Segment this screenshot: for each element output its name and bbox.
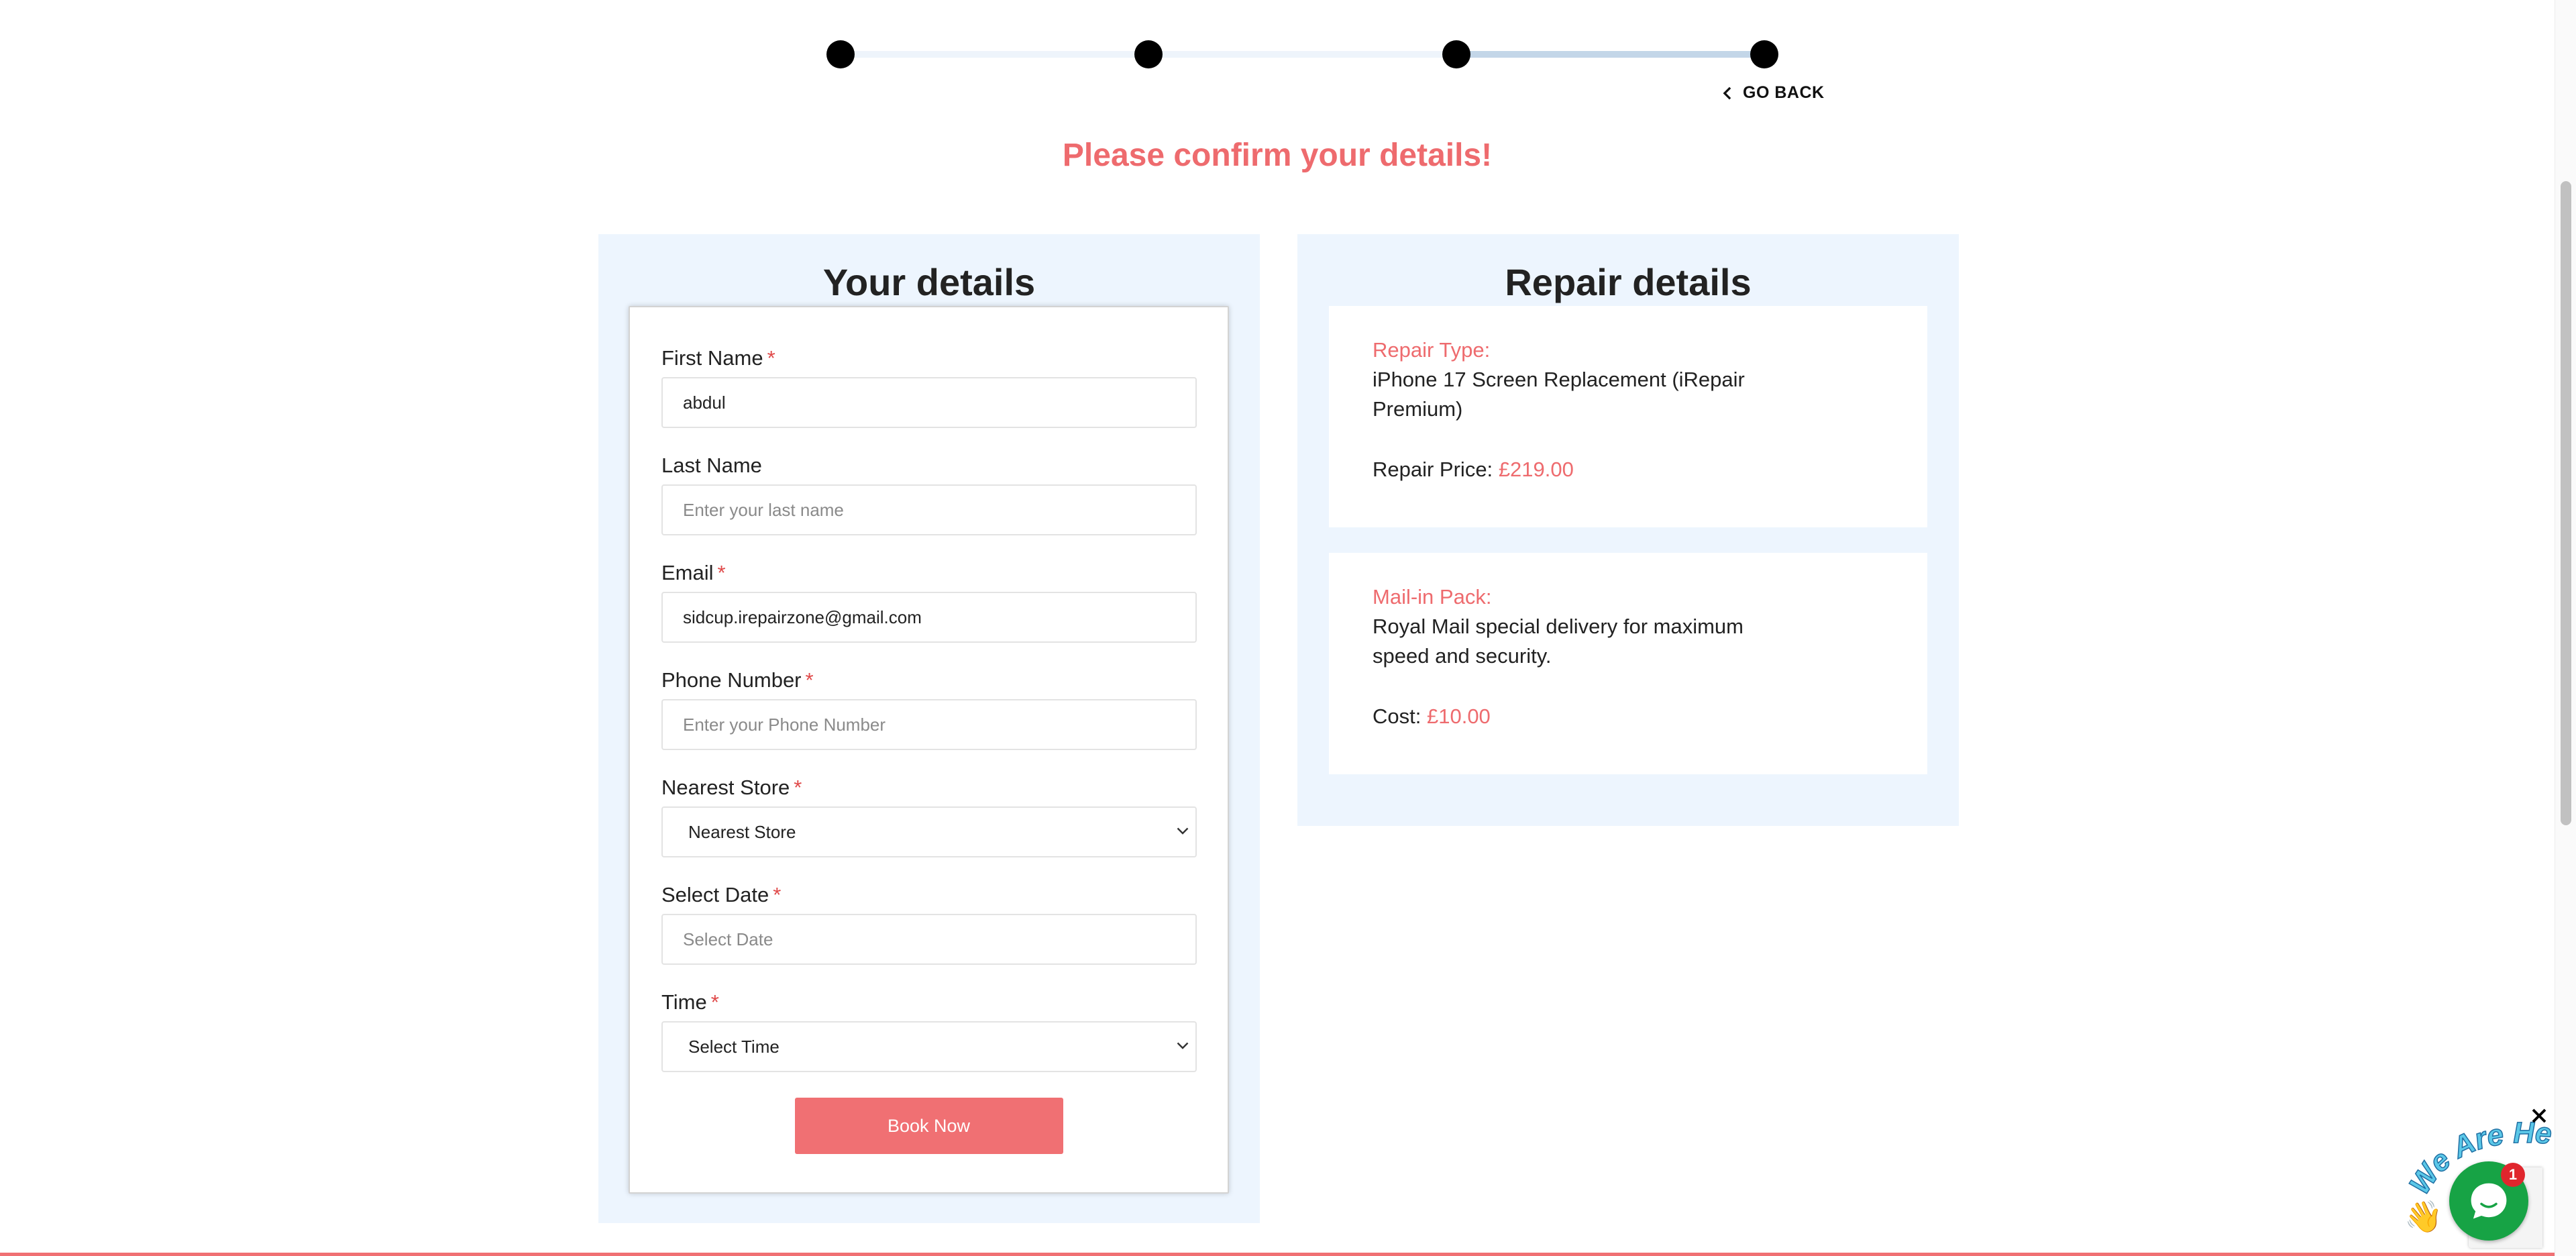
stepper-track-1 bbox=[841, 51, 1148, 58]
nearest-store-select[interactable]: Nearest Store bbox=[661, 806, 1197, 857]
repair-type-value: iPhone 17 Screen Replacement (iRepair Pr… bbox=[1373, 368, 1745, 421]
repair-details-heading: Repair details bbox=[1505, 261, 1752, 303]
repair-price: Repair Price: £219.00 bbox=[1373, 455, 1884, 484]
nearest-store-field: Nearest Store * Nearest Store bbox=[661, 774, 1197, 857]
last-name-field: Last Name bbox=[661, 452, 1197, 535]
progress-stepper bbox=[826, 40, 1778, 68]
chevron-left-icon bbox=[1723, 87, 1731, 99]
time-selected: Select Time bbox=[688, 1036, 780, 1057]
last-name-input[interactable] bbox=[661, 484, 1197, 535]
mail-in-pack-card: Mail-in Pack: Royal Mail special deliver… bbox=[1329, 553, 1927, 774]
mail-in-pack-label: Mail-in Pack: bbox=[1373, 585, 1492, 609]
go-back-link[interactable]: GO BACK bbox=[1721, 83, 1825, 103]
email-field: Email * bbox=[661, 560, 1197, 643]
mail-in-cost-value: £10.00 bbox=[1426, 704, 1491, 728]
book-now-button[interactable]: Book Now bbox=[794, 1098, 1063, 1154]
page-title: Please confirm your details! bbox=[1062, 138, 1493, 173]
required-marker: * bbox=[717, 561, 726, 584]
chat-unread-badge: 1 bbox=[2501, 1163, 2525, 1187]
repair-price-label: Repair Price: bbox=[1373, 458, 1493, 481]
phone-label: Phone Number * bbox=[661, 668, 814, 692]
stepper-track-3 bbox=[1456, 51, 1764, 58]
phone-field: Phone Number * bbox=[661, 667, 1197, 750]
booking-form: First Name* Last Name Email* Phone Numbe… bbox=[629, 306, 1229, 1194]
nearest-store-selected: Nearest Store bbox=[688, 821, 796, 842]
close-icon[interactable] bbox=[2529, 1106, 2549, 1126]
time-label: Time * bbox=[661, 990, 719, 1014]
select-date-input[interactable] bbox=[661, 914, 1197, 965]
scrollbar-thumb[interactable] bbox=[2561, 181, 2571, 825]
chevron-down-icon bbox=[1177, 827, 1189, 835]
chevron-down-icon bbox=[1177, 1042, 1189, 1049]
email-input[interactable] bbox=[661, 592, 1197, 643]
required-marker: * bbox=[767, 346, 775, 370]
last-name-label: Last Name bbox=[661, 454, 762, 477]
repair-details-panel: Repair details Repair Type: iPhone 17 Sc… bbox=[1297, 234, 1959, 826]
select-date-field: Select Date * bbox=[661, 882, 1197, 965]
chat-bubble-icon bbox=[2471, 1183, 2507, 1219]
first-name-label: First Name * bbox=[661, 346, 775, 370]
required-marker: * bbox=[710, 990, 719, 1014]
time-field: Time * Select Time bbox=[661, 989, 1197, 1072]
repair-price-value: £219.00 bbox=[1498, 458, 1574, 481]
repair-type-card: Repair Type: iPhone 17 Screen Replacemen… bbox=[1329, 306, 1927, 527]
waving-hand-icon: 👋 bbox=[2404, 1199, 2443, 1234]
step-3-dot[interactable] bbox=[1442, 40, 1470, 68]
phone-input[interactable] bbox=[661, 699, 1197, 750]
your-details-panel: Your details First Name* Last Name Email… bbox=[598, 234, 1260, 1223]
step-1-dot[interactable] bbox=[826, 40, 855, 68]
step-4-dot[interactable] bbox=[1750, 40, 1778, 68]
required-marker: * bbox=[773, 883, 782, 906]
first-name-field: First Name * bbox=[661, 345, 1197, 428]
go-back-label: GO BACK bbox=[1743, 83, 1825, 102]
time-select[interactable]: Select Time bbox=[661, 1021, 1197, 1072]
stepper-track-2 bbox=[1148, 51, 1456, 58]
required-marker: * bbox=[805, 668, 814, 692]
mail-in-cost: Cost: £10.00 bbox=[1373, 702, 1884, 731]
mail-in-pack-value: Royal Mail special delivery for maximum … bbox=[1373, 615, 1743, 668]
page-scrollbar[interactable] bbox=[2555, 0, 2576, 1256]
nearest-store-label: Nearest Store * bbox=[661, 776, 802, 799]
your-details-heading: Your details bbox=[822, 261, 1036, 303]
email-label: Email * bbox=[661, 561, 726, 584]
first-name-input[interactable] bbox=[661, 377, 1197, 428]
mail-in-cost-label: Cost: bbox=[1373, 704, 1421, 728]
footer-accent-line bbox=[0, 1253, 2555, 1256]
step-2-dot[interactable] bbox=[1134, 40, 1163, 68]
repair-type-label: Repair Type: bbox=[1373, 338, 1491, 362]
required-marker: * bbox=[794, 776, 802, 799]
select-date-label: Select Date * bbox=[661, 883, 782, 906]
